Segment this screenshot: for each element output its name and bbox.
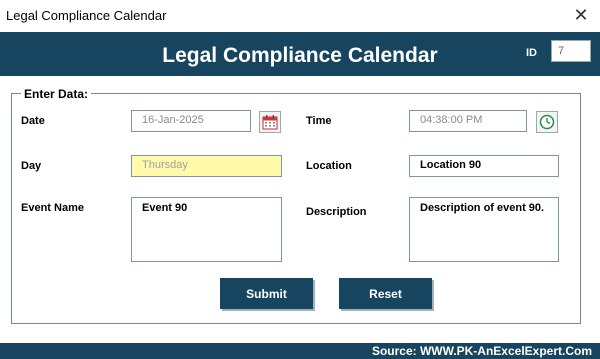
id-field[interactable]: 7 — [551, 40, 591, 62]
location-label: Location — [306, 160, 352, 172]
day-field[interactable]: Thursday — [131, 155, 282, 177]
time-label: Time — [306, 115, 332, 127]
id-label: ID — [526, 47, 537, 59]
event-name-field[interactable]: Event 90 — [131, 197, 282, 262]
date-field[interactable]: 16-Jan-2025 — [131, 110, 251, 132]
calendar-icon[interactable] — [259, 111, 281, 133]
close-icon[interactable]: ✕ — [570, 4, 592, 26]
description-label: Description — [306, 206, 367, 218]
time-field[interactable]: 04:38:00 PM — [409, 110, 527, 132]
form-heading: Legal Compliance Calendar — [162, 44, 438, 67]
clock-icon[interactable] — [536, 111, 558, 133]
event-name-label: Event Name — [21, 202, 84, 214]
window-titlebar: Legal Compliance Calendar ✕ — [0, 0, 600, 32]
location-field[interactable]: Location 90 — [409, 155, 559, 177]
submit-button[interactable]: Submit — [220, 278, 313, 309]
reset-button[interactable]: Reset — [339, 278, 432, 309]
day-label: Day — [21, 160, 42, 172]
footer-bar: Source: WWW.PK-AnExcelExpert.Com — [0, 343, 600, 359]
source-credit: Source: WWW.PK-AnExcelExpert.Com — [371, 344, 592, 358]
enter-data-legend: Enter Data: — [21, 87, 92, 101]
form-header: Legal Compliance Calendar ID 7 — [0, 32, 600, 76]
description-field[interactable]: Description of event 90. — [409, 197, 559, 262]
window-title: Legal Compliance Calendar — [6, 8, 167, 23]
date-label: Date — [21, 115, 45, 127]
